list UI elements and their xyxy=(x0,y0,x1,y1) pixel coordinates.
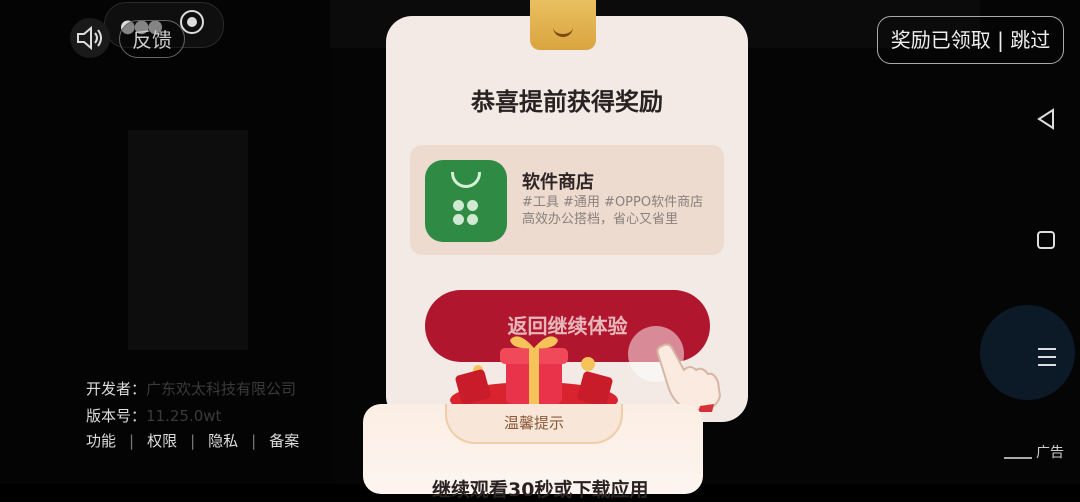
developer-value: 广东欢太科技有限公司 xyxy=(146,380,297,398)
skip-button[interactable]: 奖励已领取 | 跳过 xyxy=(877,16,1064,64)
app-tags: #工具 #通用 #OPPO软件商店 高效办公搭档，省心又省里 xyxy=(522,194,703,228)
reminder-message: 继续观看30秒或下载应用 xyxy=(432,479,649,501)
ad-logo-icon xyxy=(1004,447,1032,459)
reward-title: 恭喜提前获得奖励 xyxy=(471,88,663,116)
home-icon[interactable] xyxy=(1037,231,1055,249)
speaker-icon xyxy=(77,25,102,51)
version-value: 11.25.0wt xyxy=(146,407,222,425)
reminder-tab: 温馨提示 xyxy=(445,404,623,444)
link-features[interactable]: 功能 xyxy=(86,432,116,450)
developer-links: 功能 | 权限 | 隐私 | 备案 xyxy=(86,432,300,450)
app-tag-line: #工具 #通用 #OPPO软件商店 xyxy=(522,195,704,210)
pointing-hand-icon xyxy=(656,343,722,412)
app-description: 高效办公搭档，省心又省里 xyxy=(522,212,679,227)
background-circle xyxy=(980,305,1075,400)
close-capsule-icon[interactable] xyxy=(180,10,204,34)
menu-icon[interactable] xyxy=(1038,348,1056,372)
background-shape xyxy=(128,130,248,350)
developer-label: 开发者： xyxy=(86,380,147,398)
app-store-icon xyxy=(425,160,507,242)
gift-mascot-icon xyxy=(530,0,596,50)
ad-label: 广告 xyxy=(1004,442,1064,462)
app-name: 软件商店 xyxy=(522,172,594,193)
link-privacy[interactable]: 隐私 xyxy=(208,432,238,450)
sound-button[interactable] xyxy=(70,18,110,58)
feedback-button[interactable]: 反馈 xyxy=(119,20,185,58)
back-icon[interactable] xyxy=(1036,108,1056,130)
link-permissions[interactable]: 权限 xyxy=(147,432,177,450)
link-filing[interactable]: 备案 xyxy=(269,432,299,450)
version-label: 版本号： xyxy=(86,407,147,425)
ad-text: 广告 xyxy=(1036,445,1064,461)
developer-info: 开发者：广东欢太科技有限公司 版本号：11.25.0wt xyxy=(86,376,296,430)
